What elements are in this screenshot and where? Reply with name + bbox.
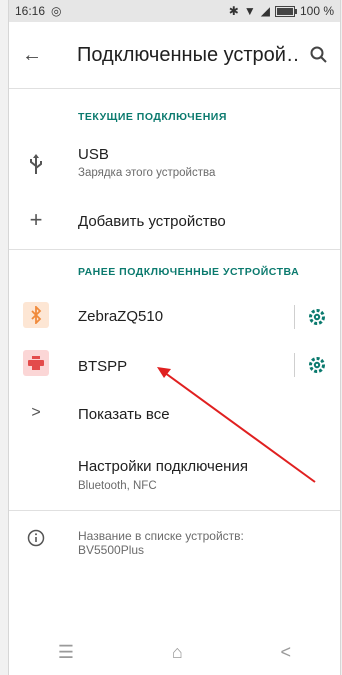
phone-screen: 16:16 ◎ ✱ ▼ ◢ 100 % ← Подключенные устро… bbox=[8, 0, 341, 675]
home-icon[interactable]: ⌂ bbox=[172, 642, 183, 663]
annotation-arrow bbox=[157, 367, 316, 483]
recent-apps-icon[interactable]: ☰ bbox=[58, 642, 74, 663]
back-icon[interactable]: < bbox=[281, 642, 292, 663]
navigation-bar: ☰ ⌂ < bbox=[9, 630, 340, 675]
